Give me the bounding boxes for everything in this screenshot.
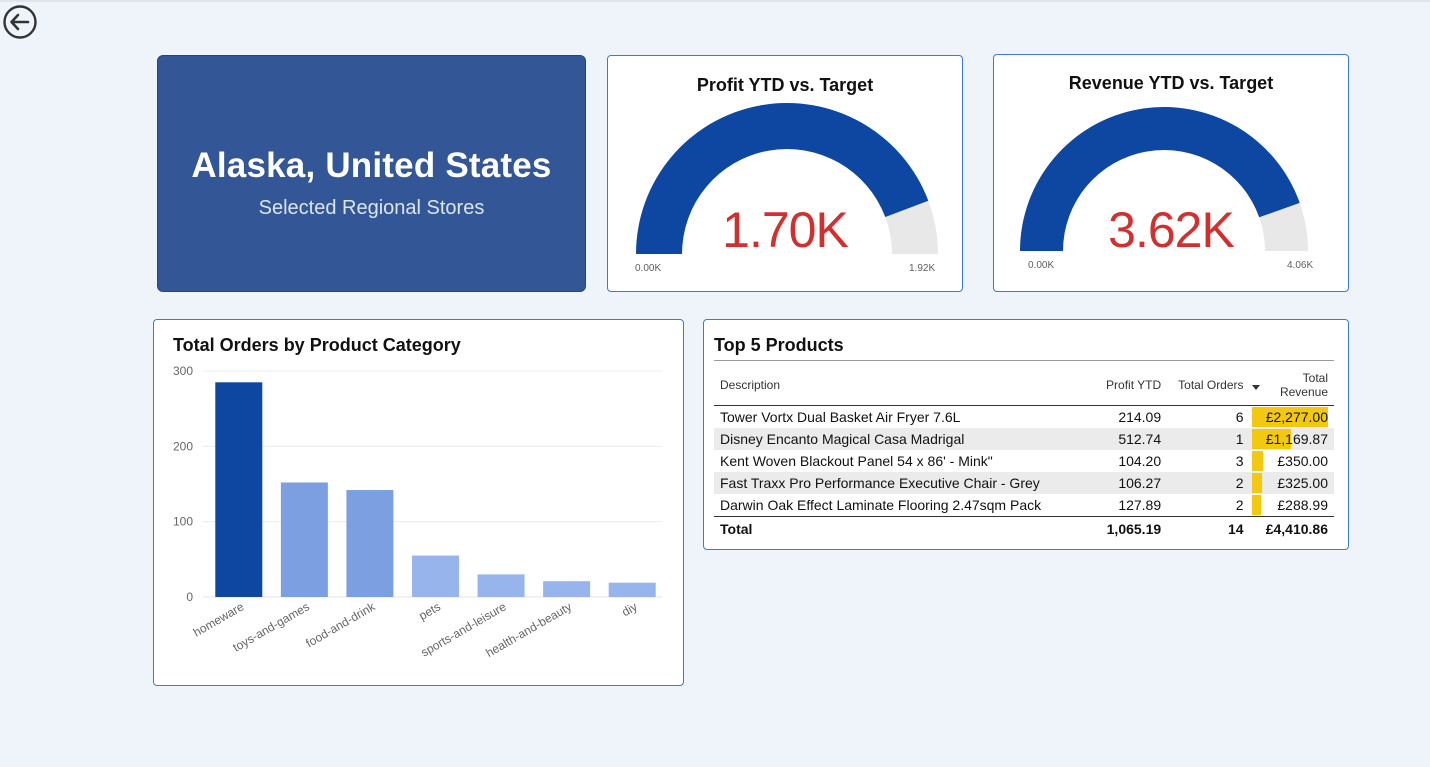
cell-description: Fast Traxx Pro Performance Executive Cha… — [714, 472, 1075, 494]
total-label: Total — [714, 516, 1075, 541]
region-card: Alaska, United States Selected Regional … — [157, 55, 586, 292]
table-row[interactable]: Tower Vortx Dual Basket Air Fryer 7.6L 21… — [714, 406, 1334, 429]
y-tick-label: 300 — [173, 364, 193, 378]
revenue-value: £350.00 — [1277, 453, 1328, 469]
cell-revenue: £325.00 — [1249, 472, 1334, 494]
revenue-value: £2,277.00 — [1265, 409, 1328, 425]
x-tick-label: pets — [416, 599, 443, 622]
table-row[interactable]: Fast Traxx Pro Performance Executive Cha… — [714, 472, 1334, 494]
gauge-max-label: 1.92K — [909, 263, 936, 274]
cell-description: Disney Encanto Magical Casa Madrigal — [714, 428, 1075, 450]
profit-gauge-card[interactable]: Profit YTD vs. Target 1.70K 0.00K 1.92K — [607, 55, 963, 292]
y-tick-label: 200 — [173, 439, 193, 453]
gauge-max-label: 4.06K — [1287, 260, 1314, 271]
cell-description: Darwin Oak Effect Laminate Flooring 2.47… — [720, 497, 1042, 513]
bar-food-and-drink[interactable] — [346, 490, 394, 597]
col-header-orders[interactable]: Total Orders — [1167, 360, 1250, 406]
revenue-value: £1,169.87 — [1265, 431, 1328, 447]
bar-toys-and-games[interactable] — [280, 482, 328, 597]
back-button[interactable] — [2, 4, 38, 40]
orders-bar-chart: 0100200300homewaretoys-and-gamesfood-and… — [173, 364, 662, 660]
bar-health-and-beauty[interactable] — [543, 581, 591, 597]
bar-homeware[interactable] — [215, 382, 263, 597]
total-orders: 14 — [1167, 516, 1250, 541]
cell-orders: 3 — [1235, 453, 1244, 469]
gauge-min-label: 0.00K — [1028, 260, 1055, 271]
x-tick-label: diy — [619, 599, 639, 619]
cell-revenue: £2,277.00 — [1250, 406, 1334, 429]
cell-profit: 127.89 — [1118, 497, 1162, 513]
bar-pets[interactable] — [412, 555, 459, 597]
cell-revenue: £288.99 — [1250, 494, 1334, 517]
table-title: Top 5 Products — [714, 335, 844, 355]
cell-profit: 214.09 — [1118, 409, 1162, 425]
cell-description: Tower Vortx Dual Basket Air Fryer 7.6L — [720, 409, 961, 425]
bar-diy[interactable] — [608, 582, 656, 597]
orders-by-category-card[interactable]: Total Orders by Product Category 0 100 200… — [153, 319, 684, 686]
col-header-description[interactable]: Description — [714, 360, 1075, 406]
table-row[interactable]: Kent Woven Blackout Panel 54 x 86' - Min… — [714, 450, 1334, 472]
revenue-data-bar — [1251, 451, 1264, 471]
region-subtitle: Selected Regional Stores — [258, 197, 485, 219]
region-title: Alaska, United States — [191, 146, 552, 185]
cell-orders: 2 — [1167, 472, 1250, 494]
col-header-profit[interactable]: Profit YTD — [1074, 360, 1168, 406]
cell-orders: 6 — [1235, 409, 1244, 425]
cell-revenue: £1,169.87 — [1249, 428, 1334, 450]
y-tick-label: 0 — [186, 590, 193, 604]
x-tick-label: food-and-drink — [303, 599, 378, 650]
gauge-min-label: 0.00K — [635, 263, 662, 274]
table-row[interactable]: Disney Encanto Magical Casa Madrigal 512.… — [714, 428, 1334, 450]
top-products-card[interactable]: Top 5 Products Description Profit YTD To… — [703, 319, 1349, 550]
total-revenue: £4,410.86 — [1249, 516, 1334, 541]
cell-profit: 104.20 — [1118, 453, 1162, 469]
col-header-revenue-label: Total Revenue — [1279, 371, 1328, 399]
cell-profit: 106.27 — [1074, 472, 1168, 494]
bar-sports-and-leisure[interactable] — [477, 574, 525, 597]
top-border — [0, 0, 1430, 2]
gauge-value: 3.62K — [1108, 202, 1235, 258]
cell-orders: 2 — [1235, 497, 1244, 513]
revenue-data-bar — [1251, 473, 1263, 493]
revenue-data-bar — [1251, 495, 1262, 515]
revenue-gauge-card[interactable]: Revenue YTD vs. Target 3.62K 0.00K 4.06K — [993, 54, 1349, 292]
gauge-value: 1.70K — [722, 202, 849, 258]
cell-orders: 1 — [1167, 428, 1250, 450]
revenue-value: £325.00 — [1277, 475, 1328, 491]
cell-profit: 512.74 — [1074, 428, 1168, 450]
col-header-revenue[interactable]: Total Revenue — [1249, 360, 1334, 406]
cell-description: Kent Woven Blackout Panel 54 x 86' - Min… — [720, 453, 993, 469]
total-row: Total 1,065.19 14 £4,410.86 — [714, 516, 1334, 541]
top-products-table: Description Profit YTD Total Orders Tota… — [714, 360, 1334, 541]
table-row[interactable]: Darwin Oak Effect Laminate Flooring 2.47… — [714, 494, 1334, 517]
sort-descending-icon — [1251, 385, 1260, 390]
revenue-value: £288.99 — [1277, 497, 1328, 513]
total-profit: 1,065.19 — [1074, 516, 1168, 541]
back-arrow-icon — [3, 5, 37, 39]
y-tick-label: 100 — [173, 515, 193, 529]
x-tick-label: homeware — [191, 599, 247, 639]
cell-revenue: £350.00 — [1250, 450, 1334, 472]
